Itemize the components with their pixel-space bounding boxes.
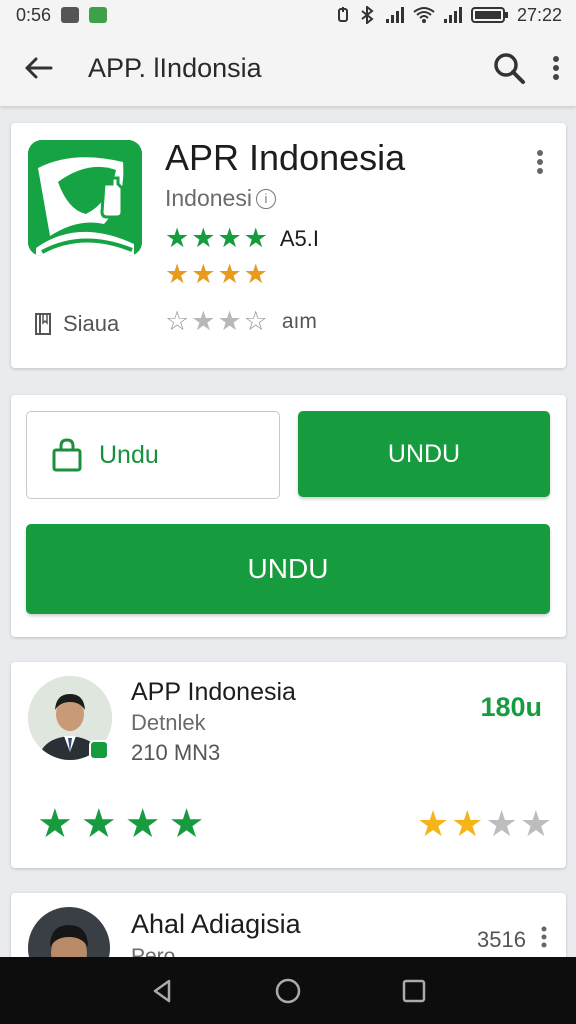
app-header-card: APR Indonesia Indonesi i ★ ★ ★ ★ A5.I ★ … xyxy=(11,123,566,368)
system-nav-bar xyxy=(0,957,576,1024)
nav-recents-icon[interactable] xyxy=(401,978,427,1004)
star-icon: ★ xyxy=(217,306,242,336)
download-wide-button[interactable]: UNDU xyxy=(26,524,550,614)
star-icon: ★ xyxy=(37,802,73,846)
gallery-notification-icon xyxy=(61,7,80,23)
star-icon: ★ xyxy=(124,802,161,846)
star-icon: ★ xyxy=(191,306,216,336)
category-label: Siaua xyxy=(63,311,120,336)
star-icon: ★ xyxy=(165,259,190,289)
category-chip[interactable]: Siaua xyxy=(33,311,119,337)
bag-icon xyxy=(52,438,82,472)
star-icon: ★ xyxy=(519,803,552,844)
app-badge-icon xyxy=(89,740,109,760)
book-icon xyxy=(35,313,51,335)
star-icon: ★ xyxy=(451,803,484,844)
star-outline-icon: ☆ xyxy=(243,306,268,336)
actions-card: Undu UNDU UNDU xyxy=(11,395,566,637)
review-stars-green: ★ ★ ★ ★ xyxy=(37,804,204,844)
search-icon[interactable] xyxy=(492,51,526,85)
reviewer-subtitle: Detnlek xyxy=(131,710,206,735)
star-icon: ★ xyxy=(165,223,190,253)
review-card[interactable]: APP Indonesia Detnlek 210 MN3 180u ★ ★ ★… xyxy=(11,662,566,868)
star-icon: ★ xyxy=(168,802,205,846)
app-logo xyxy=(28,140,142,256)
star-icon: ★ xyxy=(217,259,242,289)
star-icon: ★ xyxy=(217,223,242,253)
review-stars-rating: ★ ★ ★ ★ xyxy=(417,806,552,842)
reviewer-name: Ahal Adiagisia xyxy=(131,909,301,939)
download-button[interactable]: UNDU xyxy=(298,411,550,497)
signal-icon xyxy=(385,7,404,23)
rating-stars-green: ★ ★ ★ ★ A5.I xyxy=(165,225,319,252)
star-icon: ★ xyxy=(243,223,268,253)
star-icon: ★ xyxy=(80,802,117,846)
rating-label-secondary: aım xyxy=(281,309,317,333)
star-icon: ★ xyxy=(191,259,216,289)
download-outline-button[interactable]: Undu xyxy=(26,411,280,499)
review-score: 180u xyxy=(480,692,542,722)
download-outline-label: Undu xyxy=(99,440,159,469)
back-arrow-icon xyxy=(25,57,53,79)
nav-home-icon[interactable] xyxy=(274,977,302,1005)
vibrate-icon xyxy=(337,7,348,22)
back-button[interactable] xyxy=(18,48,58,88)
rating-stars-outline: ☆ ★ ★ ☆ aım xyxy=(165,308,317,335)
app-name: APR Indonesia xyxy=(165,137,406,178)
info-icon[interactable]: i xyxy=(255,188,276,209)
star-icon: ★ xyxy=(191,223,216,253)
star-outline-icon: ☆ xyxy=(165,306,190,336)
star-icon: ★ xyxy=(416,803,450,844)
app-developer[interactable]: Indonesi i xyxy=(165,185,276,212)
review-score: 3516 xyxy=(477,927,526,952)
app-bar: APP. lIndonsia xyxy=(0,30,576,106)
status-time-left: 0:56 xyxy=(16,4,52,25)
leaf-bottle-icon xyxy=(28,140,142,256)
nav-back-icon[interactable] xyxy=(149,978,175,1004)
bluetooth-icon xyxy=(361,6,374,24)
overflow-menu-icon[interactable] xyxy=(552,55,560,81)
rating-label: A5.I xyxy=(279,225,320,251)
app-notification-icon xyxy=(89,7,108,23)
rating-stars-orange: ★ ★ ★ ★ xyxy=(165,261,268,288)
wifi-icon xyxy=(413,7,435,23)
star-icon: ★ xyxy=(485,803,518,844)
status-bar: 0:56 27:22 xyxy=(0,0,576,30)
battery-icon xyxy=(470,7,508,23)
card-menu-icon[interactable] xyxy=(536,149,544,175)
app-bar-title: APP. lIndonsia xyxy=(88,52,262,83)
status-time-right: 27:22 xyxy=(516,4,562,25)
review-menu-icon[interactable] xyxy=(540,925,548,949)
review-date: 210 MN3 xyxy=(131,740,221,765)
app-developer-label: Indonesi xyxy=(165,185,252,211)
star-icon: ★ xyxy=(243,259,268,289)
signal-icon-2 xyxy=(443,7,462,23)
reviewer-name: APP Indonesia xyxy=(131,678,296,706)
